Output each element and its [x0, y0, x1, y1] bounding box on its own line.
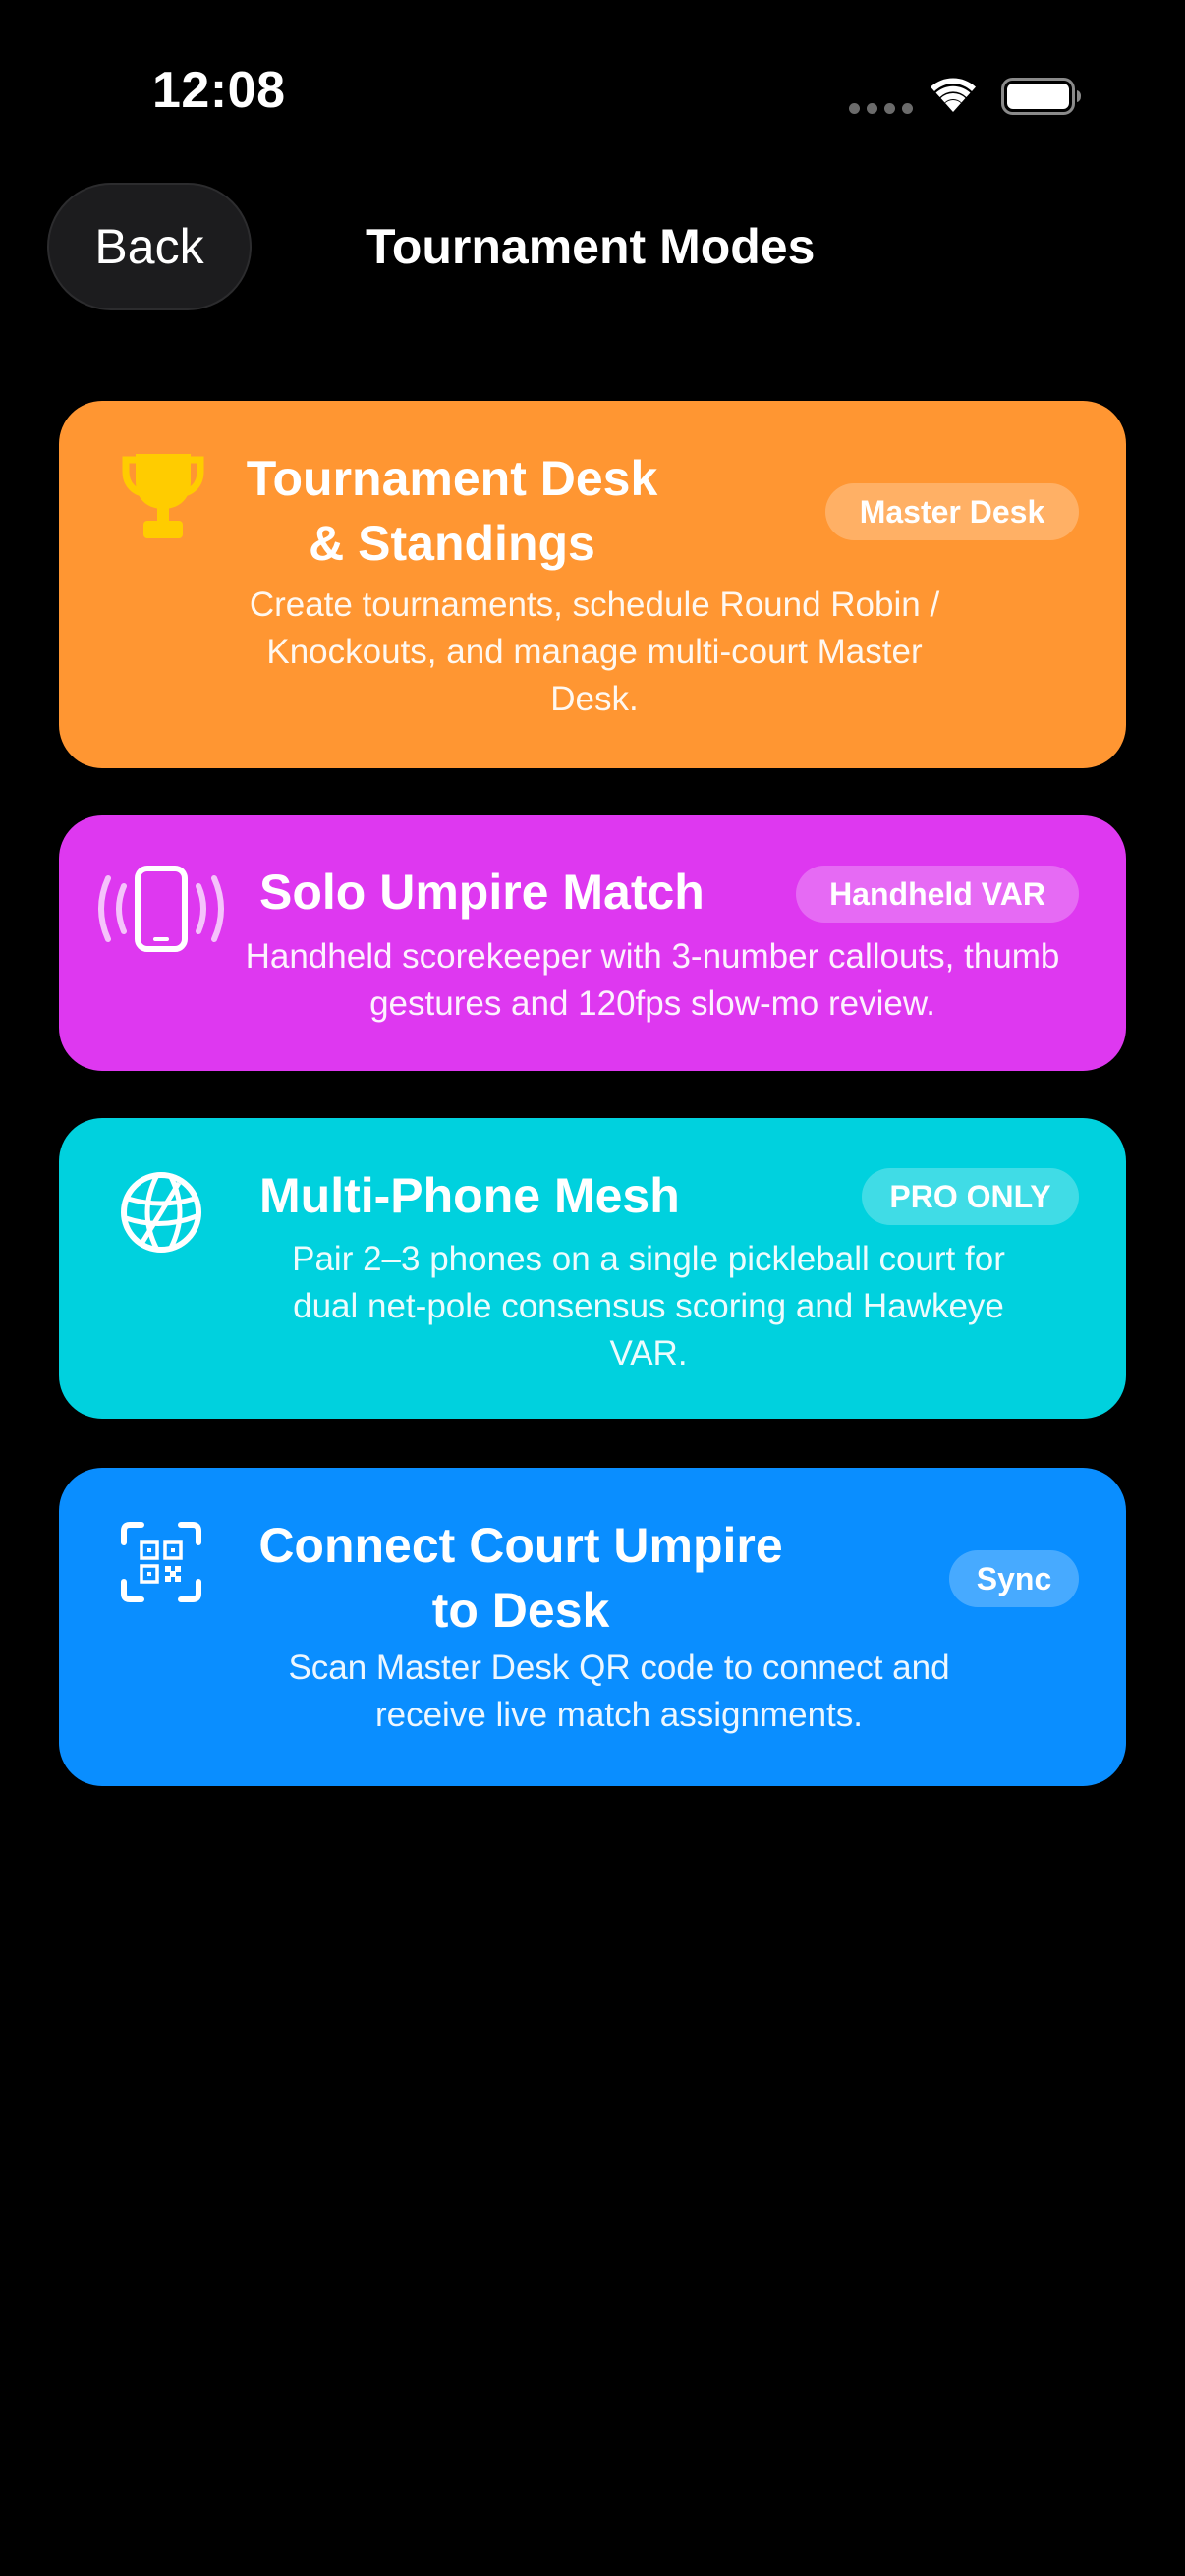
card-badge: Sync: [949, 1550, 1079, 1607]
page-title: Tournament Modes: [366, 219, 816, 274]
phone-vibrate-icon: [98, 866, 224, 952]
back-button[interactable]: Back: [47, 183, 252, 310]
card-title: Tournament Desk & Standings: [246, 451, 658, 571]
cellular-signal-icon: [849, 103, 913, 114]
card-description: Scan Master Desk QR code to connect and …: [288, 1649, 950, 1734]
card-title: Multi-Phone Mesh: [259, 1168, 680, 1223]
qr-scan-icon: [121, 1522, 201, 1602]
card-badge: PRO ONLY: [862, 1168, 1079, 1225]
connect-court-umpire-card[interactable]: Connect Court Umpire to Desk Sync Scan M…: [59, 1468, 1126, 1786]
card-title: Solo Umpire Match: [259, 865, 705, 920]
battery-icon: [1001, 78, 1081, 115]
solo-umpire-card[interactable]: Solo Umpire Match Handheld VAR Handheld …: [59, 815, 1126, 1071]
card-badge: Master Desk: [825, 483, 1079, 540]
card-description: Pair 2–3 phones on a single pickleball c…: [292, 1240, 1005, 1372]
card-description: Handheld scorekeeper with 3-number callo…: [245, 937, 1060, 1023]
trophy-icon: [122, 454, 204, 538]
multi-phone-mesh-card[interactable]: Multi-Phone Mesh PRO ONLY Pair 2–3 phone…: [59, 1118, 1126, 1419]
card-badge: Handheld VAR: [796, 866, 1079, 923]
status-bar: 12:08: [0, 0, 1185, 187]
wifi-icon: [931, 78, 976, 112]
card-description: Create tournaments, schedule Round Robin…: [249, 586, 940, 718]
globe-network-icon: [121, 1172, 201, 1253]
status-time: 12:08: [152, 62, 286, 119]
tournament-desk-card[interactable]: Tournament Desk & Standings Master Desk …: [59, 401, 1126, 768]
card-title: Connect Court Umpire to Desk: [258, 1518, 783, 1638]
